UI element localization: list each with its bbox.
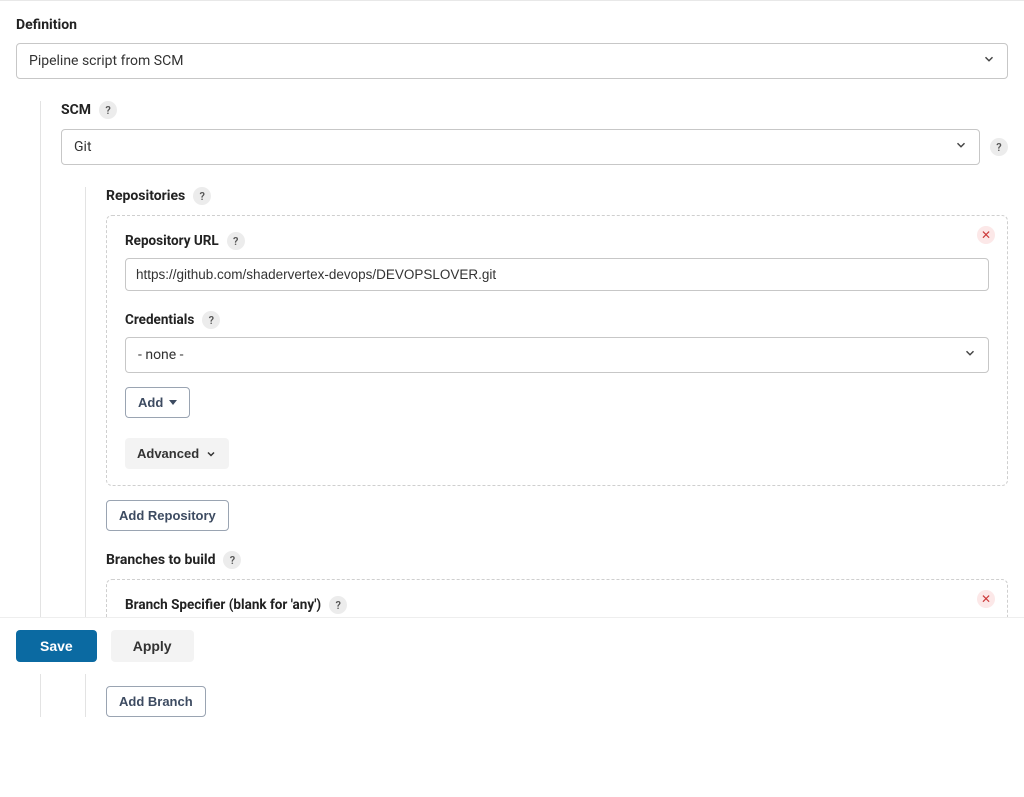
add-credentials-button-label: Add [138, 395, 163, 410]
save-button-label: Save [40, 638, 73, 654]
repo-url-label-text: Repository URL [125, 233, 219, 249]
help-icon[interactable]: ? [223, 551, 241, 569]
branch-specifier-label: Branch Specifier (blank for 'any') ? [125, 596, 989, 614]
apply-button-label: Apply [133, 638, 172, 654]
repo-url-input[interactable] [125, 258, 989, 291]
help-icon[interactable]: ? [990, 138, 1008, 156]
scm-label: SCM ? [61, 101, 1008, 119]
apply-button[interactable]: Apply [111, 630, 194, 662]
credentials-label-text: Credentials [125, 312, 194, 328]
add-credentials-button[interactable]: Add [125, 387, 190, 418]
branch-specifier-label-text: Branch Specifier (blank for 'any') [125, 597, 321, 613]
add-branch-button-label: Add Branch [119, 694, 193, 709]
help-icon[interactable]: ? [193, 187, 211, 205]
advanced-toggle-label: Advanced [137, 446, 199, 461]
scm-select-value: Git [74, 139, 92, 155]
scm-select[interactable]: Git [61, 129, 980, 165]
remove-branch-button[interactable]: ✕ [977, 590, 995, 608]
branches-label: Branches to build ? [106, 551, 1008, 569]
add-branch-button[interactable]: Add Branch [106, 686, 206, 717]
definition-select[interactable]: Pipeline script from SCM [16, 43, 1008, 79]
credentials-label: Credentials ? [125, 311, 989, 329]
credentials-select-wrap: - none - [125, 337, 989, 373]
chevron-down-icon [205, 448, 217, 460]
scm-select-wrap: Git [61, 129, 980, 165]
definition-select-value: Pipeline script from SCM [29, 53, 183, 69]
repositories-label-text: Repositories [106, 188, 185, 204]
footer-bar: Save Apply [0, 617, 1024, 674]
help-icon[interactable]: ? [99, 101, 117, 119]
definition-label-text: Definition [16, 17, 77, 33]
help-icon[interactable]: ? [227, 232, 245, 250]
add-repository-button-label: Add Repository [119, 508, 216, 523]
repository-entry: ✕ Repository URL ? Credentials ? - none … [106, 215, 1008, 486]
save-button[interactable]: Save [16, 630, 97, 662]
advanced-toggle-button[interactable]: Advanced [125, 438, 229, 469]
branches-label-text: Branches to build [106, 552, 215, 568]
repositories-label: Repositories ? [106, 187, 1008, 205]
repo-url-label: Repository URL ? [125, 232, 989, 250]
scm-label-text: SCM [61, 102, 91, 118]
remove-repository-button[interactable]: ✕ [977, 226, 995, 244]
definition-label: Definition [16, 17, 1008, 33]
credentials-select-value: - none - [138, 347, 184, 363]
help-icon[interactable]: ? [329, 596, 347, 614]
caret-down-icon [169, 400, 177, 405]
help-icon[interactable]: ? [202, 311, 220, 329]
add-repository-button[interactable]: Add Repository [106, 500, 229, 531]
credentials-select[interactable]: - none - [125, 337, 989, 373]
definition-select-wrap: Pipeline script from SCM [16, 43, 1008, 79]
